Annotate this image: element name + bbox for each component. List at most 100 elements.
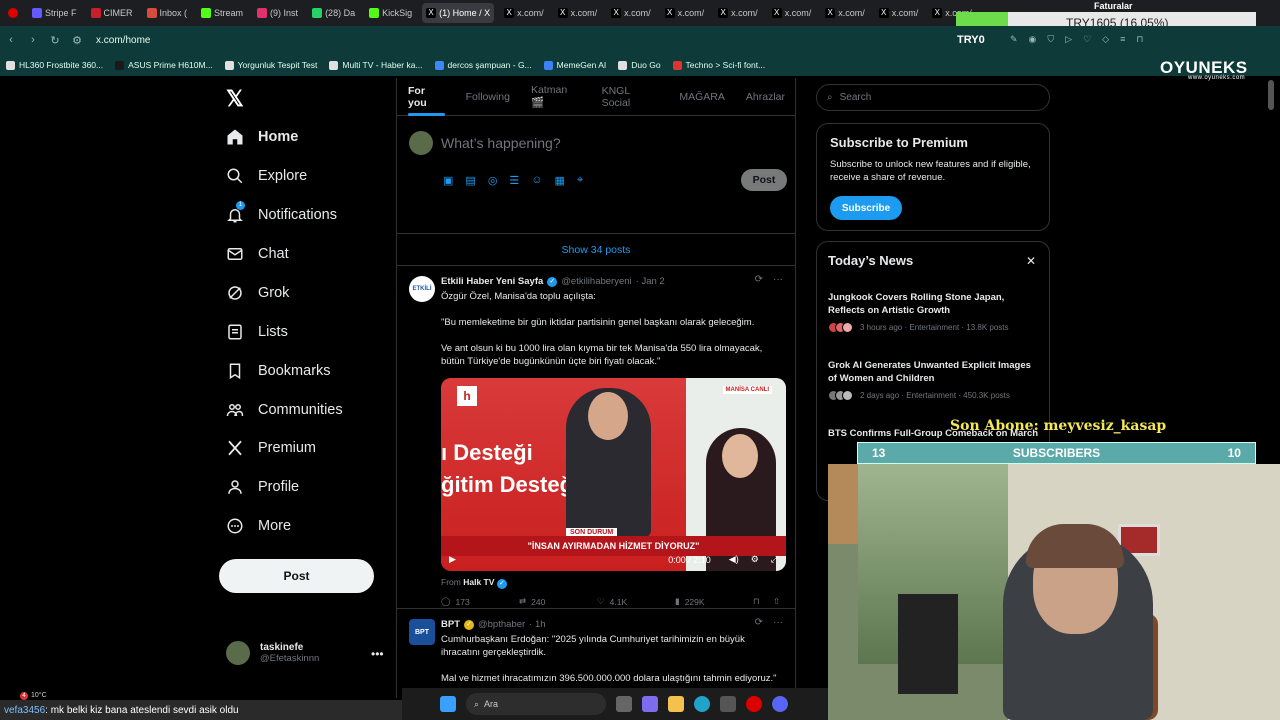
tweet-time[interactable]: · Jan 2: [636, 276, 665, 287]
windows-start-icon[interactable]: [440, 696, 456, 712]
tweet-handle[interactable]: @bpthaber: [478, 619, 525, 630]
site-info-icon[interactable]: ⚙: [66, 34, 88, 47]
show-posts-link[interactable]: Show 34 posts: [397, 234, 795, 266]
nav-item-bookmarks[interactable]: Bookmarks: [226, 362, 331, 380]
tweet[interactable]: BPT BPT ✓ @bpthaber · 1h ⟳ ··· Cumhurbaşk…: [397, 609, 795, 698]
more-icon[interactable]: ···: [773, 274, 783, 285]
heart-icon[interactable]: ♡: [1083, 34, 1091, 45]
tab-timeline[interactable]: MAĞARA: [679, 78, 725, 116]
tab-timeline[interactable]: Ahrazlar: [746, 78, 785, 116]
task-view-icon[interactable]: [616, 696, 632, 712]
shield-icon[interactable]: ⛉: [1047, 34, 1054, 45]
discord-icon[interactable]: [772, 696, 788, 712]
emoji-icon[interactable]: ☺: [531, 174, 542, 187]
nav-item-chat[interactable]: Chat: [226, 245, 289, 263]
tab-timeline[interactable]: KNGL Social: [602, 78, 659, 116]
bookmark-item[interactable]: Duo Go: [618, 60, 661, 70]
bookmark-item[interactable]: Yorgunluk Tespit Test: [224, 60, 317, 70]
cube-icon[interactable]: ◇: [1102, 34, 1109, 45]
location-icon[interactable]: ⌖: [577, 174, 583, 187]
bookmark-item[interactable]: Multi TV - Haber ka...: [329, 60, 423, 70]
nav-item-more[interactable]: More: [226, 517, 291, 535]
like-button[interactable]: ♡ 4.1K: [597, 596, 675, 607]
scrollbar[interactable]: [1268, 80, 1274, 110]
nav-item-premium[interactable]: Premium: [226, 439, 316, 457]
copilot-icon[interactable]: [642, 696, 658, 712]
views-button[interactable]: ▮ 229K: [675, 596, 753, 607]
search-input[interactable]: ⌕ Search: [816, 84, 1050, 111]
share-button[interactable]: ⇧: [773, 596, 780, 607]
browser-tab[interactable]: Xx.com/: [554, 3, 602, 23]
poll-icon[interactable]: ☰: [509, 174, 519, 187]
browser-tab[interactable]: Xx.com/: [768, 3, 816, 23]
forward-icon[interactable]: ›: [22, 34, 44, 46]
browser-tab[interactable]: (28) Da: [308, 3, 359, 23]
tweet-time[interactable]: · 1h: [529, 619, 545, 630]
opera-icon[interactable]: [746, 696, 762, 712]
news-item[interactable]: Jungkook Covers Rolling Stone Japan, Ref…: [828, 291, 1040, 333]
tweet[interactable]: ETKİLİ Etkili Haber Yeni Sayfa ✓ @etkili…: [397, 266, 795, 609]
subscribe-button[interactable]: Subscribe: [830, 196, 902, 220]
browser-tab[interactable]: Xx.com/: [661, 3, 709, 23]
lock-icon[interactable]: ⊓: [1136, 34, 1143, 45]
tweet-handle[interactable]: @etkilihaberyeni: [561, 276, 631, 287]
news-item[interactable]: Grok AI Generates Unwanted Explicit Imag…: [828, 359, 1040, 401]
browser-tab[interactable]: Xx.com/: [875, 3, 923, 23]
edit-icon[interactable]: ✎: [1010, 34, 1018, 45]
weather-widget[interactable]: 4 10°C: [20, 692, 47, 700]
play-icon[interactable]: ▷: [1065, 34, 1072, 45]
bookmark-item[interactable]: dercos şampuan - G...: [434, 60, 532, 70]
tab-timeline[interactable]: For you: [408, 78, 445, 116]
bookmark-item[interactable]: MemeGen AI: [543, 60, 606, 70]
more-icon[interactable]: ···: [773, 617, 783, 628]
volume-icon[interactable]: ◀): [729, 554, 739, 565]
url-field[interactable]: x.com/home: [96, 35, 150, 46]
tweet-avatar[interactable]: BPT: [409, 619, 435, 645]
opera-menu-button[interactable]: [4, 3, 22, 23]
nav-item-grok[interactable]: Grok: [226, 284, 289, 302]
browser-tab[interactable]: Xx.com/: [821, 3, 869, 23]
file-explorer-icon[interactable]: [668, 696, 684, 712]
browser-tab[interactable]: Xx.com/: [607, 3, 655, 23]
browser-tab[interactable]: CIMER: [87, 3, 137, 23]
play-icon[interactable]: ▶: [449, 554, 456, 565]
tab-timeline[interactable]: Katman 🎬: [531, 78, 581, 116]
fullscreen-icon[interactable]: ⤢: [771, 554, 778, 565]
nav-item-communities[interactable]: Communities: [226, 401, 343, 419]
browser-tab[interactable]: Xx.com/: [500, 3, 548, 23]
reply-button[interactable]: ◯ 173: [441, 596, 519, 607]
nav-item-home[interactable]: Home: [226, 128, 298, 146]
source-name[interactable]: Halk TV: [463, 577, 494, 587]
composer-input[interactable]: What’s happening?: [441, 135, 561, 151]
schedule-icon[interactable]: ▦: [555, 174, 565, 187]
nav-item-profile[interactable]: Profile: [226, 478, 299, 496]
browser-tab[interactable]: Xx.com/: [714, 3, 762, 23]
settings-icon[interactable]: ⚙: [751, 554, 759, 565]
tweet-video[interactable]: h MANİSA CANLI ı Desteği ğitim Desteğ SO…: [441, 378, 786, 571]
tab-timeline[interactable]: Following: [466, 78, 510, 116]
tweet-author-name[interactable]: Etkili Haber Yeni Sayfa: [441, 276, 543, 287]
browser-tab[interactable]: Stream: [197, 3, 247, 23]
browser-tab[interactable]: (9) Inst: [253, 3, 302, 23]
account-switcher[interactable]: taskinefe @Efetaskinnn •••: [226, 641, 384, 665]
reload-icon[interactable]: ↻: [44, 34, 66, 47]
browser-tab[interactable]: Stripe F: [28, 3, 81, 23]
bookmark-item[interactable]: HL360 Frostbite 360...: [6, 60, 103, 70]
store-icon[interactable]: [720, 696, 736, 712]
nav-item-explore[interactable]: Explore: [226, 167, 307, 185]
nav-item-lists[interactable]: Lists: [226, 323, 288, 341]
tweet-author-name[interactable]: BPT: [441, 619, 460, 630]
taskbar-search[interactable]: ⌕ Ara: [466, 693, 606, 715]
edge-icon[interactable]: [694, 696, 710, 712]
grok-icon[interactable]: ◎: [488, 174, 498, 187]
back-icon[interactable]: ‹: [0, 34, 22, 46]
bookmark-item[interactable]: Techno > Sci-fi font...: [672, 60, 765, 70]
nav-item-notifications[interactable]: 1 Notifications: [226, 201, 337, 224]
camera-icon[interactable]: ◉: [1029, 34, 1037, 45]
x-logo-icon[interactable]: 𝕏: [226, 86, 244, 112]
close-icon[interactable]: ✕: [1026, 254, 1036, 268]
browser-tab[interactable]: KickSig: [365, 3, 416, 23]
grok-icon[interactable]: ⟳: [755, 617, 763, 628]
composer-post-button[interactable]: Post: [741, 169, 787, 191]
tweet-avatar[interactable]: ETKİLİ: [409, 276, 435, 302]
